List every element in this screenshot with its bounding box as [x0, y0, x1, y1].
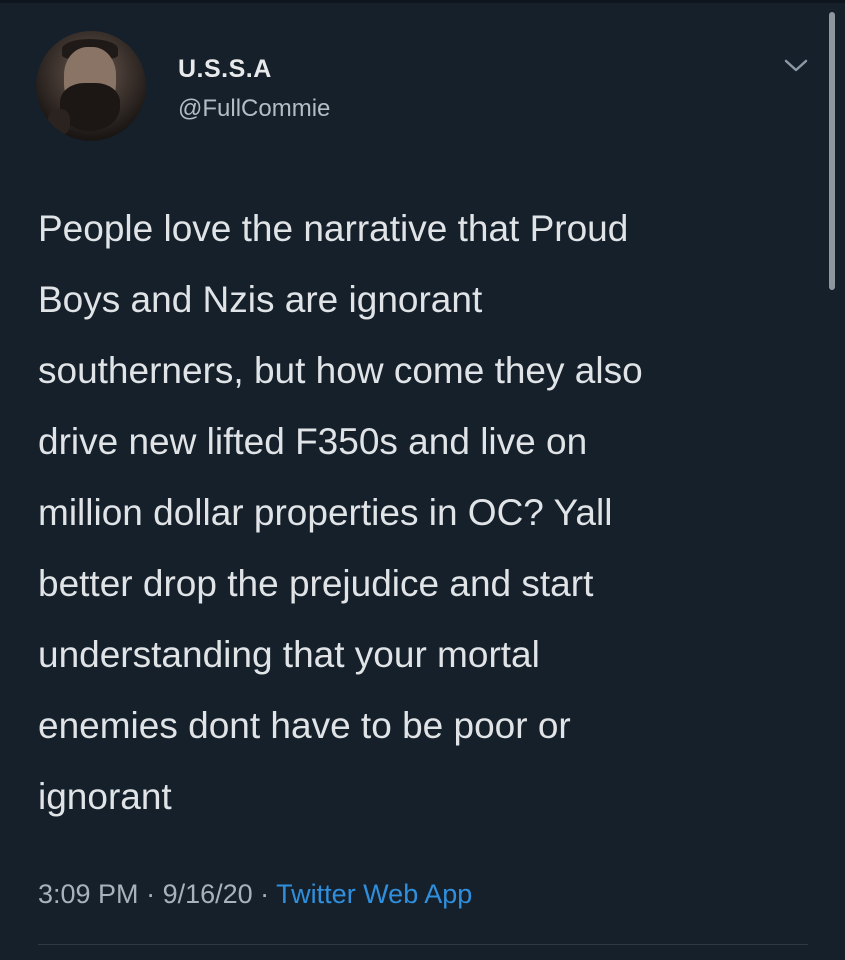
bottom-divider [38, 944, 808, 945]
tweet-card: U.S.S.A @FullCommie People love the narr… [0, 0, 845, 960]
scrollbar-thumb[interactable] [829, 12, 835, 290]
tweet-text: People love the narrative that Proud Boy… [38, 208, 643, 817]
tweet-date[interactable]: 9/16/20 [163, 879, 253, 909]
chevron-down-icon[interactable] [782, 54, 810, 76]
meta-separator-2: · [252, 879, 277, 909]
avatar[interactable] [36, 31, 146, 141]
tweet-meta: 3:09 PM · 9/16/20 · Twitter Web App [38, 879, 472, 910]
tweet-source-link[interactable]: Twitter Web App [276, 879, 472, 909]
meta-separator: · [138, 879, 163, 909]
tweet-time[interactable]: 3:09 PM [38, 879, 139, 909]
top-edge-divider [0, 0, 845, 3]
avatar-hand [48, 109, 70, 135]
author-display-name[interactable]: U.S.S.A [178, 55, 272, 84]
author-handle[interactable]: @FullCommie [178, 95, 330, 123]
